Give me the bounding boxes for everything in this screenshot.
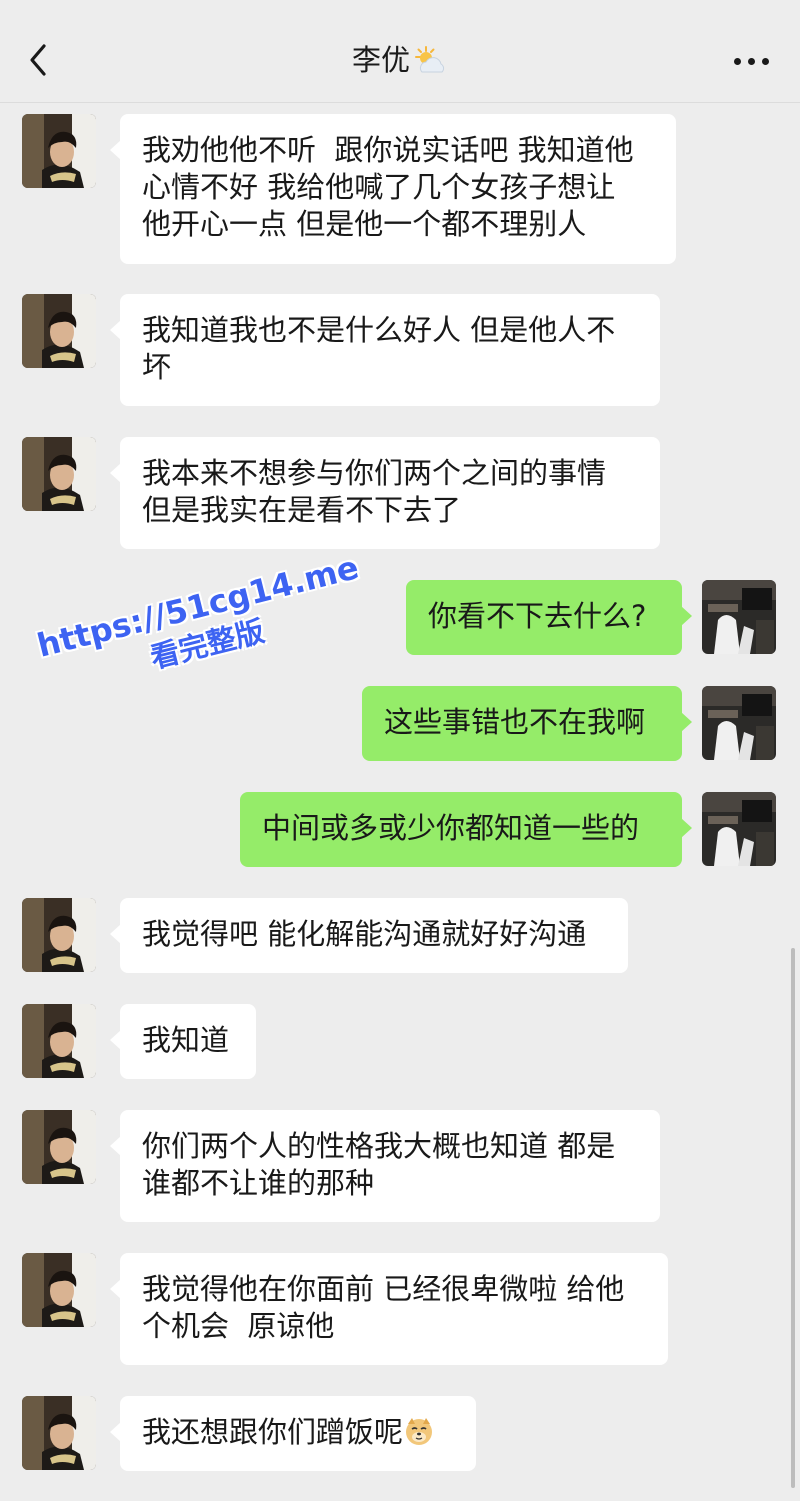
my-avatar[interactable]: [702, 580, 776, 654]
chat-header: 李优: [0, 0, 800, 103]
incoming-message-bubble[interactable]: 我本来不想参与你们两个之间的事情 但是我实在是看不下去了: [110, 437, 660, 549]
message-text: 我劝他他不听 跟你说实话吧 我知道他 心情不好 我给他喊了几个女孩子想让 他开心…: [142, 133, 634, 241]
message-text: 中间或多或少你都知道一些的: [262, 811, 640, 845]
ellipsis-dot: [762, 58, 769, 65]
contact-avatar[interactable]: [22, 898, 96, 972]
message-text: 你们两个人的性格我大概也知道 都是 谁都不让谁的那种: [142, 1129, 616, 1200]
more-button[interactable]: [730, 44, 774, 78]
my-avatar[interactable]: [702, 792, 776, 866]
contact-avatar[interactable]: [22, 1253, 96, 1327]
my-avatar[interactable]: [702, 686, 776, 760]
message-text: 我觉得他在你面前 已经很卑微啦 给他 个机会 原谅他: [142, 1272, 625, 1343]
incoming-message-bubble[interactable]: 我还想跟你们蹭饭呢: [110, 1396, 476, 1471]
scrollbar[interactable]: [791, 948, 795, 1488]
outgoing-message-bubble[interactable]: 你看不下去什么?: [406, 580, 692, 655]
message-text: 我觉得吧 能化解能沟通就好好沟通: [142, 917, 587, 951]
chat-title-wrap: 李优: [0, 38, 800, 82]
message-text: 我知道: [142, 1023, 230, 1057]
message-text: 这些事错也不在我啊: [384, 705, 646, 739]
outgoing-message-bubble[interactable]: 中间或多或少你都知道一些的: [240, 792, 692, 867]
doge-emoji-icon: [403, 1415, 435, 1447]
sun-behind-cloud-icon: [415, 46, 445, 73]
contact-avatar[interactable]: [22, 1110, 96, 1184]
incoming-message-bubble[interactable]: 你们两个人的性格我大概也知道 都是 谁都不让谁的那种: [110, 1110, 660, 1222]
contact-avatar[interactable]: [22, 1004, 96, 1078]
incoming-message-bubble[interactable]: 我知道: [110, 1004, 256, 1079]
message-text: 你看不下去什么?: [428, 599, 647, 633]
contact-avatar[interactable]: [22, 294, 96, 368]
contact-avatar[interactable]: [22, 114, 96, 188]
contact-avatar[interactable]: [22, 1396, 96, 1470]
message-text: 我还想跟你们蹭饭呢: [142, 1415, 404, 1449]
incoming-message-bubble[interactable]: 我劝他他不听 跟你说实话吧 我知道他 心情不好 我给他喊了几个女孩子想让 他开心…: [110, 114, 676, 264]
ellipsis-icon: [734, 58, 741, 65]
contact-avatar[interactable]: [22, 437, 96, 511]
message-text: 我本来不想参与你们两个之间的事情 但是我实在是看不下去了: [142, 456, 607, 527]
ellipsis-dot: [748, 58, 755, 65]
message-text: 我知道我也不是什么好人 但是他人不 坏: [142, 313, 616, 384]
incoming-message-bubble[interactable]: 我觉得他在你面前 已经很卑微啦 给他 个机会 原谅他: [110, 1253, 668, 1365]
outgoing-message-bubble[interactable]: 这些事错也不在我啊: [362, 686, 692, 761]
incoming-message-bubble[interactable]: 我知道我也不是什么好人 但是他人不 坏: [110, 294, 660, 406]
watermark: https://51cg14.me 看完整版: [18, 544, 401, 767]
chat-title: 李优: [351, 43, 410, 77]
incoming-message-bubble[interactable]: 我觉得吧 能化解能沟通就好好沟通: [110, 898, 628, 973]
